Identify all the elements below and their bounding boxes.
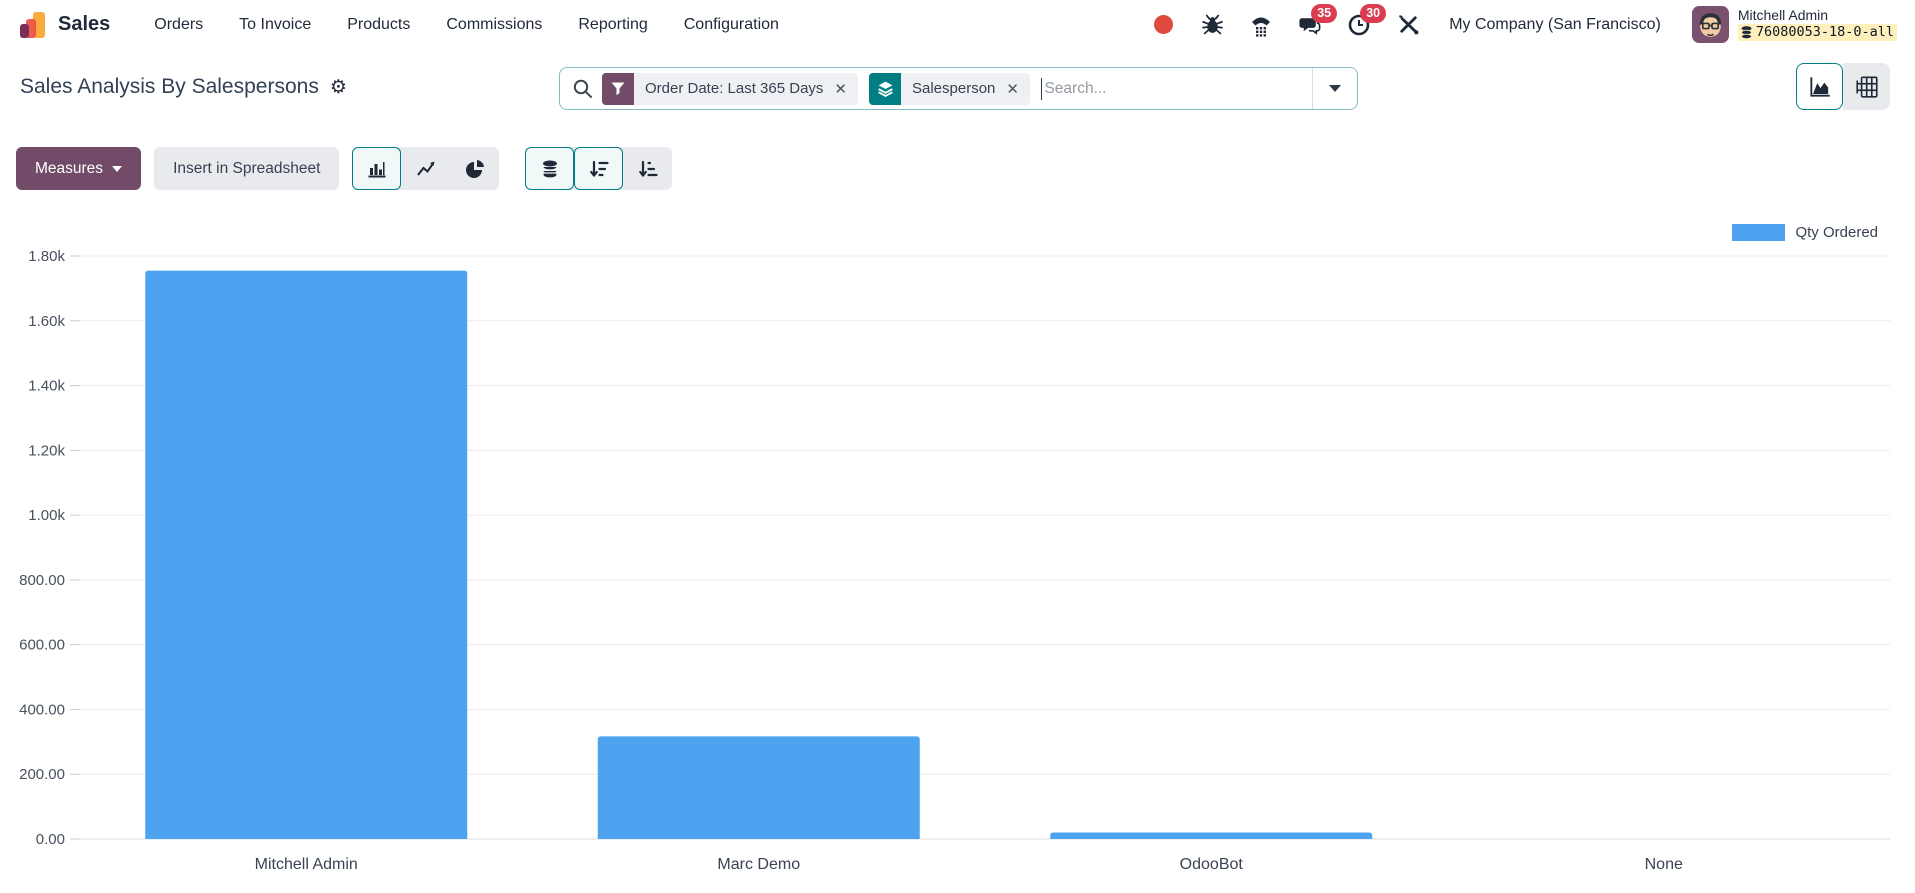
menu-item-to-invoice[interactable]: To Invoice (239, 16, 311, 34)
activities-button[interactable]: 30 (1347, 3, 1387, 37)
chevron-down-icon (1329, 85, 1341, 92)
activities-badge: 30 (1360, 3, 1387, 23)
search-facet-filter: Order Date: Last 365 Days ✕ (602, 72, 858, 105)
messages-badge: 35 (1311, 3, 1338, 23)
remove-filter-icon[interactable]: ✕ (832, 80, 858, 98)
filter-icon (602, 72, 634, 105)
top-navbar: Sales Orders To Invoice Products Commiss… (0, 0, 1915, 49)
breadcrumb: Sales Analysis By Salespersons ⚙ (20, 75, 347, 99)
main-menu: Orders To Invoice Products Commissions R… (154, 16, 779, 34)
bar-chart-icon (368, 161, 386, 177)
debug-button[interactable] (1200, 13, 1224, 37)
record-dot-icon (1153, 15, 1173, 34)
user-menu[interactable]: Mitchell Admin 76080053-18-0-all (1691, 6, 1897, 43)
view-switcher (1796, 63, 1890, 110)
y-tick-label: 0.00 (36, 831, 65, 848)
pie-chart-icon (465, 159, 484, 178)
user-info: Mitchell Admin 76080053-18-0-all (1737, 7, 1897, 41)
chevron-down-icon (112, 165, 123, 172)
measures-label: Measures (35, 159, 104, 177)
pie-chart-button[interactable] (450, 147, 499, 190)
y-tick-label: 1.20k (28, 442, 65, 459)
voip-button[interactable] (1249, 13, 1273, 37)
facet-label: Order Date: Last 365 Days (645, 80, 824, 97)
menu-item-reporting[interactable]: Reporting (578, 16, 647, 34)
pivot-table-icon (1855, 75, 1878, 98)
page-title: Sales Analysis By Salespersons (20, 75, 319, 98)
gear-icon[interactable]: ⚙ (330, 78, 347, 97)
y-tick-label: 600.00 (19, 637, 65, 654)
y-tick-label: 1.80k (28, 248, 65, 265)
stacked-button[interactable] (525, 147, 575, 190)
menu-item-products[interactable]: Products (347, 16, 410, 34)
x-tick-label: None (1645, 856, 1683, 873)
facet-label: Salesperson (912, 80, 996, 97)
stack-icon (542, 160, 558, 179)
area-chart-icon (1809, 76, 1830, 97)
menu-item-commissions[interactable]: Commissions (446, 16, 542, 34)
systray: 35 30 My Company (San Francisco) Mitchel… (1151, 3, 1897, 43)
search-bar[interactable]: Order Date: Last 365 Days ✕ Salesperson … (559, 67, 1358, 110)
bar-chart: 0.00 200.00 400.00 600.00 800.00 1.00k 1.20k 1.… (19, 248, 1890, 873)
graph-toolbar: Measures Insert in Spreadsheet (16, 147, 673, 190)
search-options-toggle[interactable] (1312, 68, 1357, 109)
menu-item-configuration[interactable]: Configuration (684, 16, 779, 34)
user-avatar (1691, 6, 1729, 43)
line-chart-icon (417, 161, 435, 176)
graph-view-button[interactable] (1796, 63, 1843, 110)
tools-button[interactable] (1396, 13, 1420, 37)
line-chart-button[interactable] (401, 147, 450, 190)
sales-app-icon (20, 11, 45, 38)
app-name[interactable]: Sales (58, 13, 110, 36)
bar-chart-button[interactable] (352, 147, 402, 190)
sort-asc-icon (639, 160, 658, 177)
y-tick-label: 200.00 (19, 766, 65, 783)
phone-icon (1252, 17, 1271, 37)
y-tick-label: 1.60k (28, 313, 65, 330)
measures-button[interactable]: Measures (16, 147, 142, 190)
y-tick-label: 800.00 (19, 572, 65, 589)
chart-type-group (352, 147, 500, 190)
x-tick-label: Marc Demo (717, 856, 800, 873)
search-icon (572, 78, 593, 99)
menu-item-orders[interactable]: Orders (154, 16, 203, 34)
x-tick-label: Mitchell Admin (255, 856, 358, 873)
sort-ascending-button[interactable] (623, 147, 672, 190)
remove-groupby-icon[interactable]: ✕ (1004, 80, 1030, 98)
search-facet-groupby: Salesperson ✕ (869, 72, 1030, 105)
text-cursor (1040, 77, 1043, 100)
database-icon (1740, 26, 1752, 39)
pivot-view-button[interactable] (1843, 63, 1890, 110)
search-placeholder: Search... (1044, 79, 1107, 97)
sort-descending-button[interactable] (574, 147, 624, 190)
bar[interactable] (145, 270, 468, 839)
y-tick-label: 1.00k (28, 507, 65, 524)
bar[interactable] (1050, 832, 1373, 839)
tools-icon (1398, 15, 1419, 35)
search-input[interactable]: Search... (1040, 77, 1312, 100)
insert-in-spreadsheet-button[interactable]: Insert in Spreadsheet (154, 147, 340, 190)
db-version-badge: 76080053-18-0-all (1737, 24, 1897, 41)
y-tick-label: 400.00 (19, 701, 65, 718)
company-switcher[interactable]: My Company (San Francisco) (1449, 16, 1661, 34)
y-tick-label: 1.40k (28, 378, 65, 395)
bar[interactable] (597, 736, 920, 839)
chart-area: Qty Ordered 0.00 200.00 400.00 600.00 800.00… (0, 210, 1915, 893)
x-tick-label: OdooBot (1180, 856, 1244, 873)
record-button[interactable] (1151, 13, 1175, 37)
app-brand[interactable]: Sales (18, 10, 110, 40)
db-version-text: 76080053-18-0-all (1755, 24, 1894, 40)
layers-icon (869, 72, 901, 105)
messages-button[interactable]: 35 (1298, 3, 1338, 37)
sort-desc-icon (590, 160, 609, 177)
control-panel: Sales Analysis By Salespersons ⚙ Order D… (0, 49, 1915, 135)
display-options-group (525, 147, 673, 190)
bug-icon (1201, 14, 1223, 35)
user-name: Mitchell Admin (1737, 7, 1829, 23)
